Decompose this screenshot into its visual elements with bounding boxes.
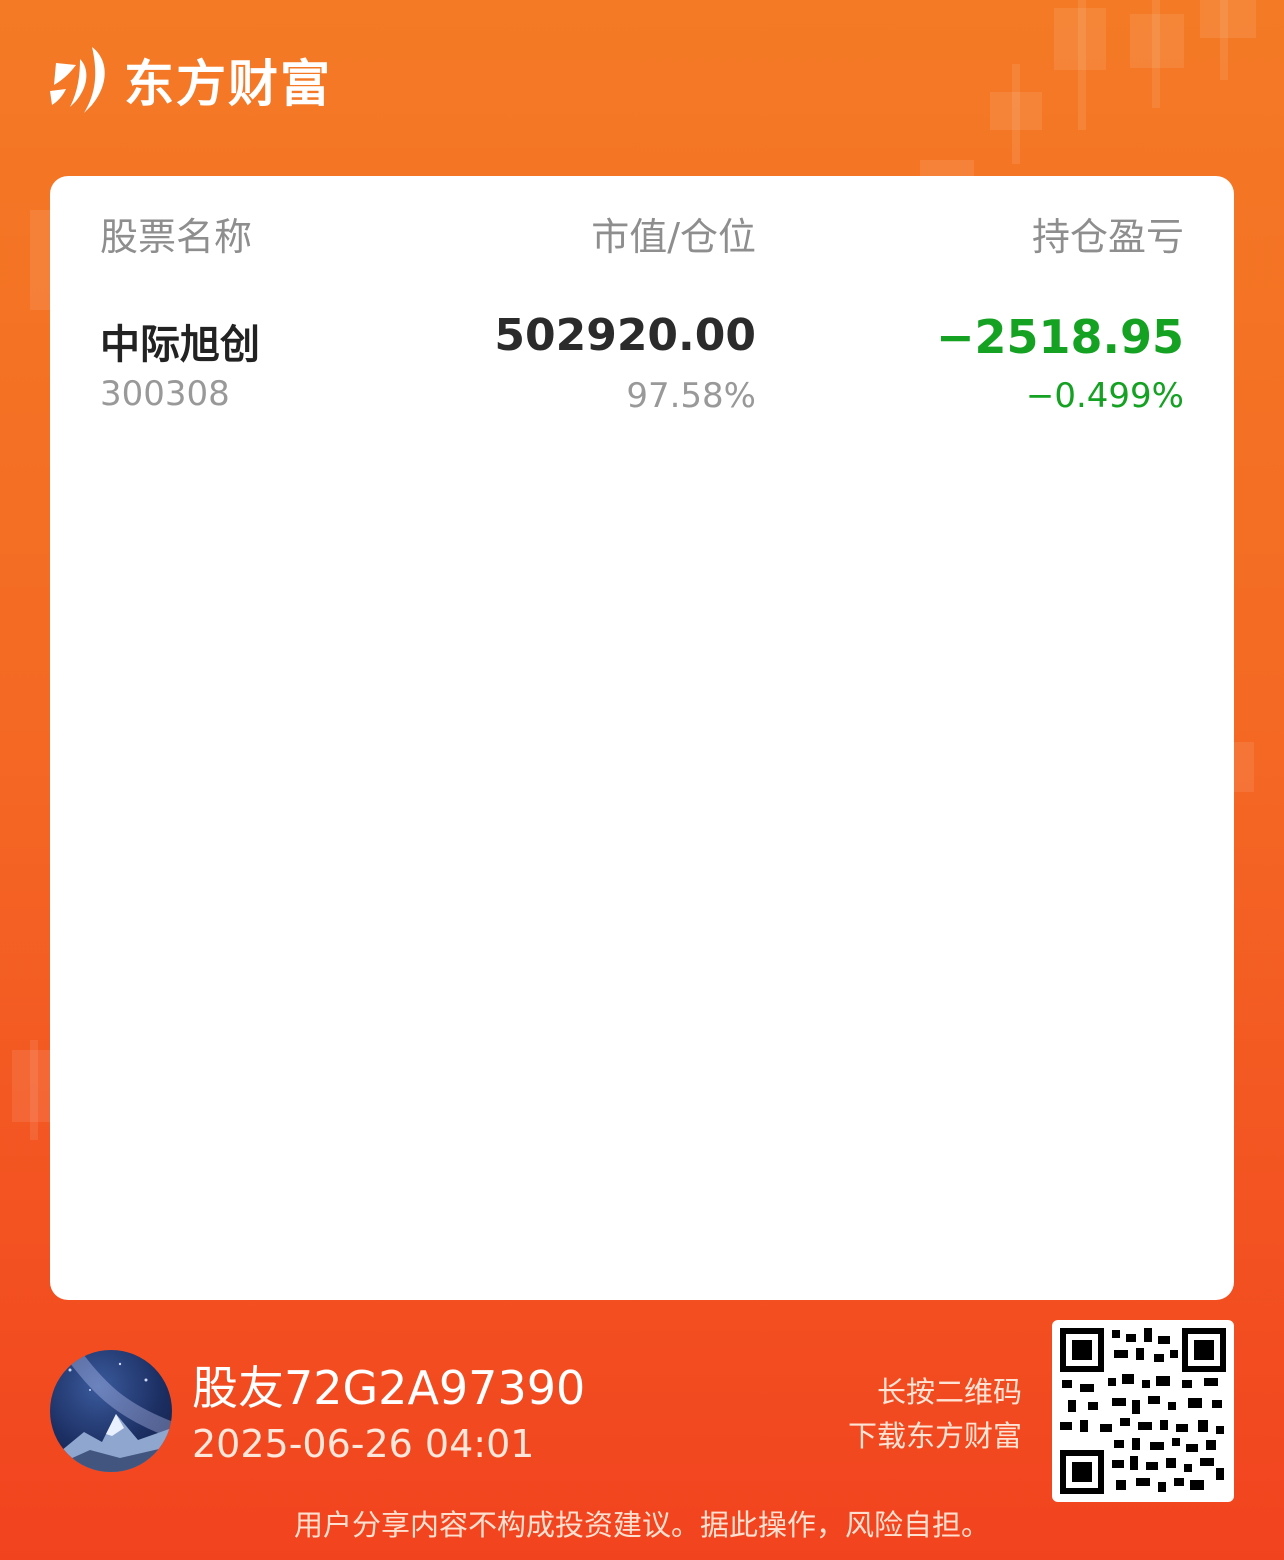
qr-hint: 长按二维码 下载东方财富 (848, 1370, 1022, 1458)
bg-wick (1152, 0, 1160, 108)
eastmoney-logo-icon (50, 47, 105, 113)
stock-name: 中际旭创 (100, 322, 260, 368)
profit-loss-percent: −0.499% (1025, 376, 1184, 416)
qr-code-icon (1060, 1328, 1226, 1494)
qr-code[interactable] (1052, 1320, 1234, 1502)
brand-name: 东方财富 (124, 55, 332, 113)
mountain-night-avatar (50, 1350, 172, 1472)
bg-wick (1012, 64, 1020, 164)
bg-wick (30, 1040, 38, 1140)
avatar (50, 1350, 172, 1472)
bg-wick (1220, 0, 1228, 80)
bg-candle (30, 210, 50, 310)
header-stock-name: 股票名称 (100, 215, 253, 259)
bg-candle (1200, 0, 1256, 38)
brand-logo: 东方财富 (48, 44, 332, 116)
position-percent: 97.58% (626, 376, 756, 416)
header-profit-loss: 持仓盈亏 (1031, 215, 1184, 259)
market-value: 502920.00 (494, 310, 756, 361)
stock-code: 300308 (100, 374, 230, 414)
header-market-value: 市值/仓位 (591, 215, 756, 259)
share-timestamp: 2025-06-26 04:01 (192, 1422, 535, 1466)
disclaimer: 用户分享内容不构成投资建议。据此操作，风险自担。 (293, 1508, 990, 1542)
bg-wick (1078, 0, 1086, 130)
holdings-card: 股票名称 市值/仓位 持仓盈亏 中际旭创 300308 502920.00 97… (50, 176, 1234, 1300)
bg-candle (1234, 742, 1254, 792)
username: 股友72G2A97390 (192, 1361, 586, 1415)
qr-hint-line2: 下载东方财富 (847, 1419, 1022, 1453)
profit-loss-amount: −2518.95 (935, 310, 1184, 364)
qr-hint-line1: 长按二维码 (876, 1375, 1022, 1409)
